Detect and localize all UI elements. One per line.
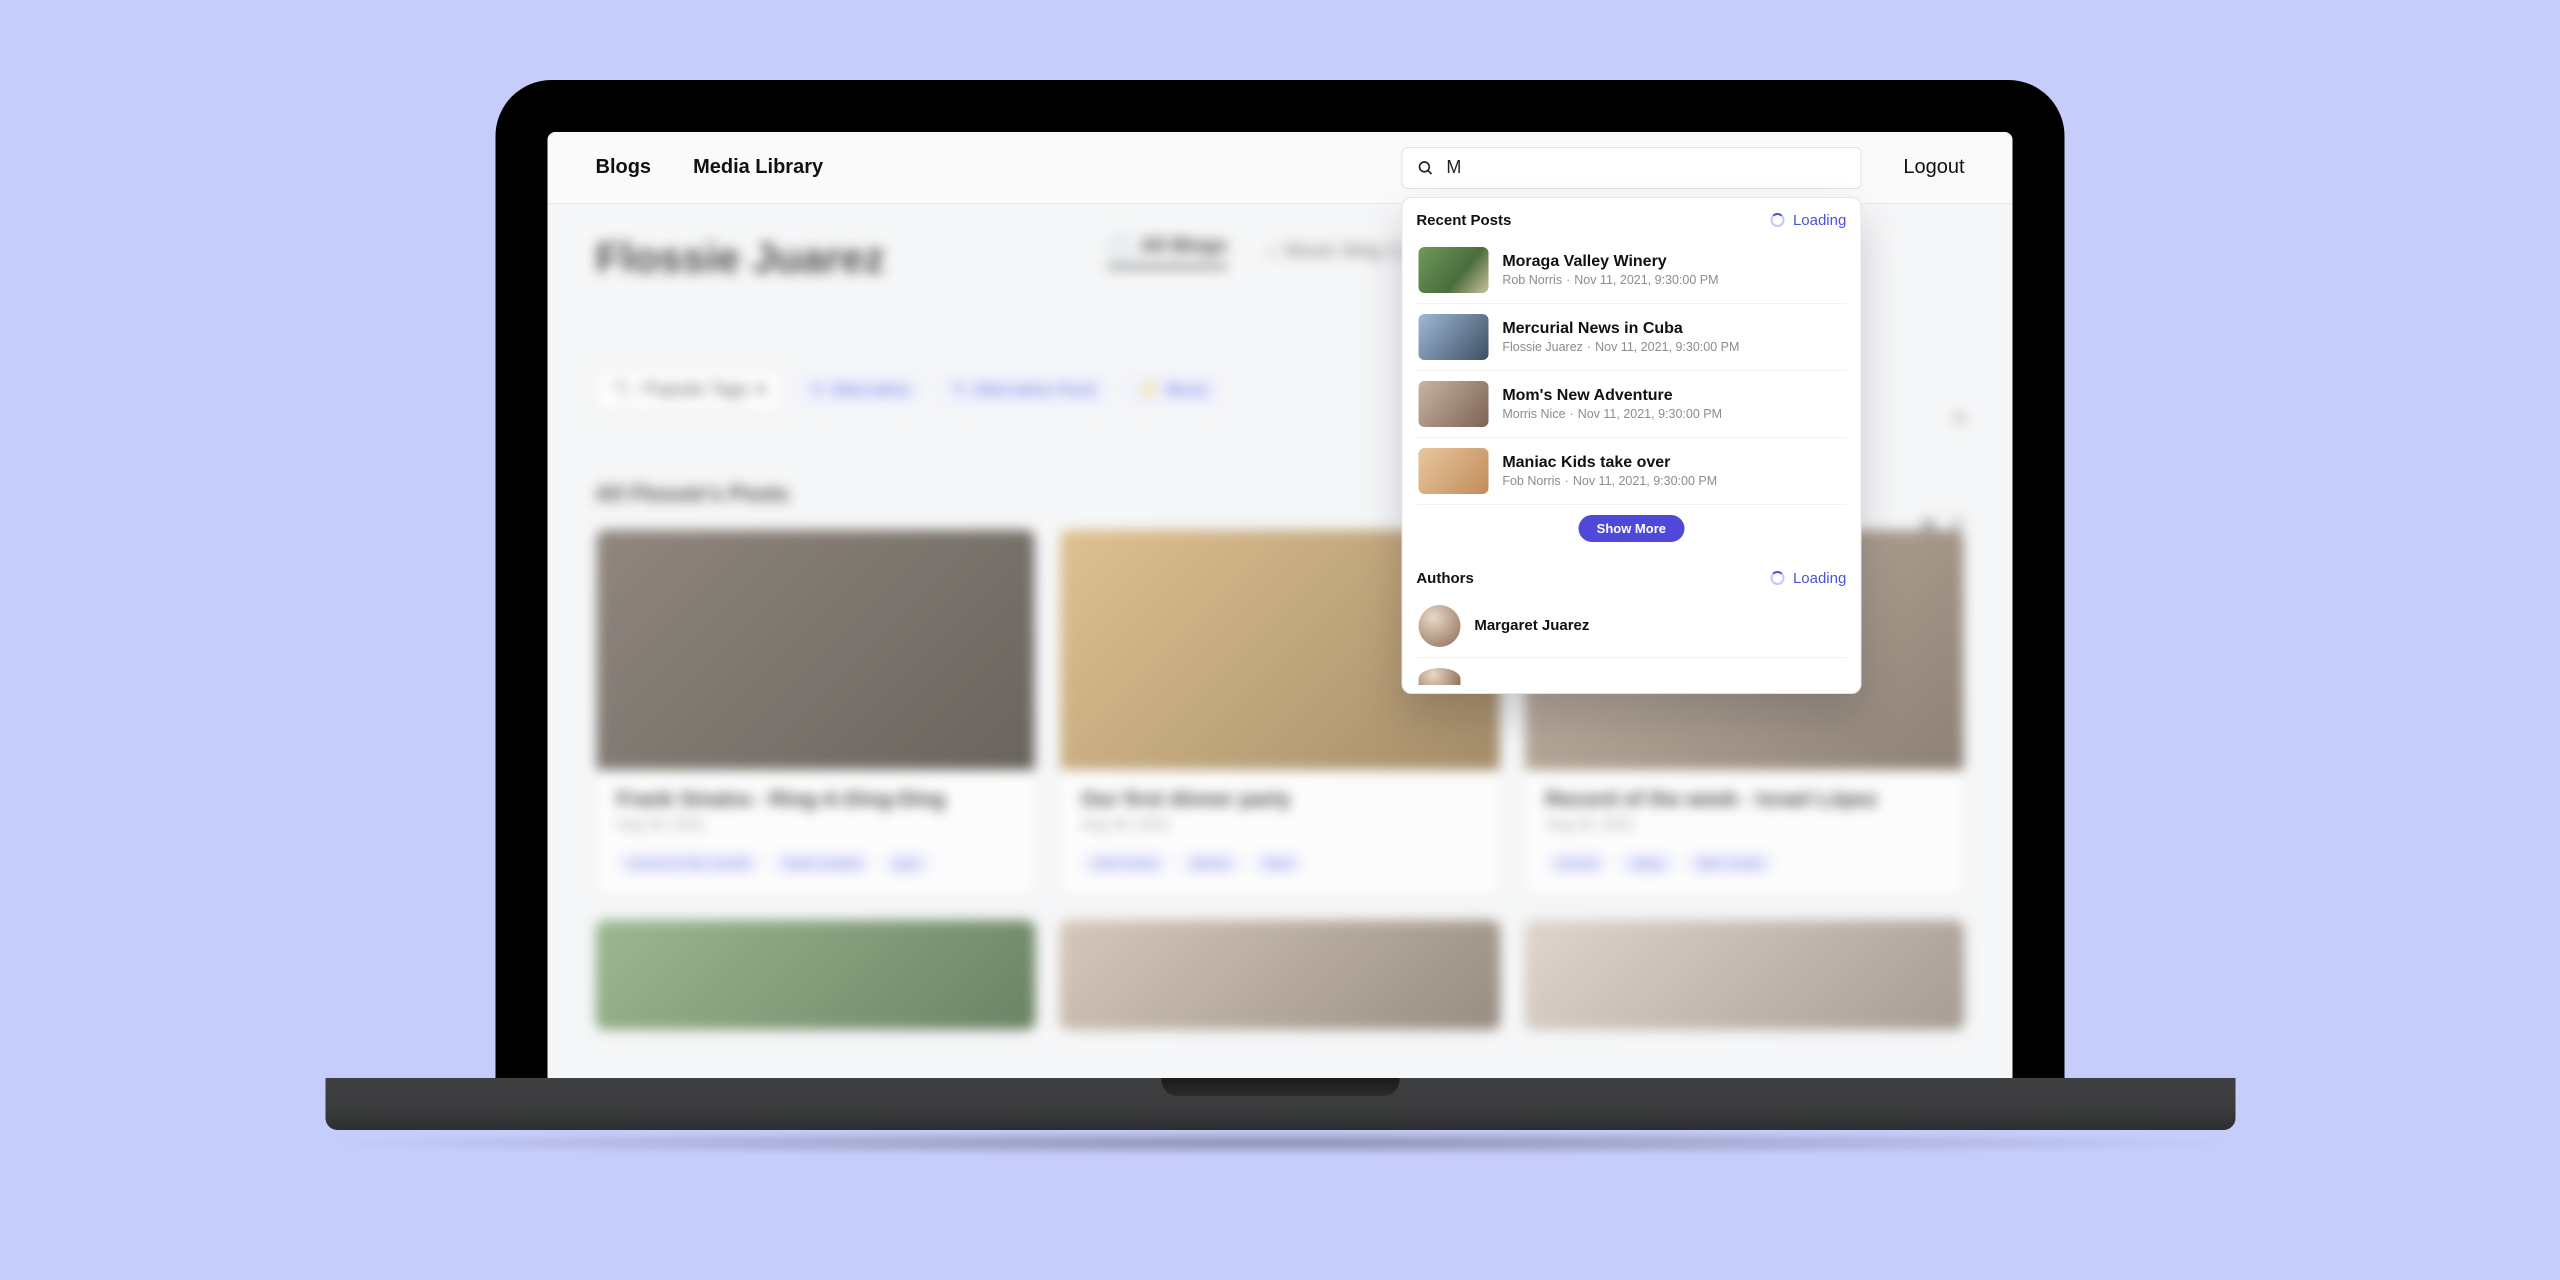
author-avatar xyxy=(1418,605,1460,647)
post-meta: Rob Norris·Nov 11, 2021, 9:30:00 PM xyxy=(1502,273,1718,287)
laptop-mockup: Blogs Media Library Recent Posts xyxy=(496,80,2065,1080)
popular-tags-button[interactable]: 🏷 Popular Tags ▾ xyxy=(596,368,783,411)
post-title: Mom's New Adventure xyxy=(1502,386,1722,405)
post-tag[interactable]: dinner xyxy=(1179,851,1242,875)
search-dropdown: Recent Posts Loading Moraga xyxy=(1401,197,1861,694)
search-result-post[interactable]: Moraga Valley Winery Rob Norris·Nov 11, … xyxy=(1416,237,1846,304)
search-result-post[interactable]: Maniac Kids take over Fob Norris·Nov 11,… xyxy=(1416,438,1846,505)
post-thumbnail xyxy=(1418,314,1488,360)
post-thumbnail xyxy=(1418,448,1488,494)
search-box[interactable] xyxy=(1401,147,1861,189)
authors-loading: Loading xyxy=(1771,570,1846,587)
post-thumbnail xyxy=(1418,247,1488,293)
filter-chip[interactable]: ✦ Alternative xyxy=(796,374,925,406)
laptop-shadow xyxy=(310,1130,2250,1156)
post-card-title: Our first dinner party xyxy=(1081,788,1479,812)
post-thumbnail[interactable] xyxy=(1524,920,1964,1030)
post-tag[interactable]: salsa xyxy=(1619,851,1676,875)
post-meta: Morris Nice·Nov 11, 2021, 9:30:00 PM xyxy=(1502,407,1722,421)
post-card-title: Frank Sinatra - Ring-A-Ding-Ding xyxy=(617,788,1015,812)
post-image xyxy=(597,530,1035,770)
author-name: Margaret Juarez xyxy=(1474,617,1589,634)
dropdown-authors: Authors Loading Margaret Ju xyxy=(1402,564,1860,693)
search-icon xyxy=(1416,159,1434,177)
nav-blogs[interactable]: Blogs xyxy=(596,156,652,179)
dropdown-recent-posts: Recent Posts Loading Moraga xyxy=(1402,198,1860,564)
tab-all-blogs[interactable]: 🕘 All Blogs xyxy=(1108,234,1228,268)
post-tag[interactable]: record xyxy=(1545,851,1609,875)
nav-media-library[interactable]: Media Library xyxy=(693,156,823,179)
authors-heading: Authors xyxy=(1416,570,1474,587)
spinner-icon xyxy=(1771,571,1785,585)
post-meta: Flossie Juarez·Nov 11, 2021, 9:30:00 PM xyxy=(1502,340,1739,354)
post-tag[interactable]: record of the month xyxy=(617,851,762,875)
post-thumbnail[interactable] xyxy=(1060,920,1500,1030)
chevron-down-icon: ▾ xyxy=(756,379,765,400)
post-tag[interactable]: latin music xyxy=(1686,851,1776,875)
laptop-base xyxy=(325,1078,2235,1130)
loading-label: Loading xyxy=(1793,570,1846,587)
post-tag[interactable]: food xyxy=(1252,851,1303,875)
show-more-button[interactable]: Show More xyxy=(1579,515,1684,542)
post-card-date: Aug 18, 2021 xyxy=(1545,816,1943,833)
top-bar: Blogs Media Library Recent Posts xyxy=(548,132,2013,204)
search-result-post[interactable]: Mom's New Adventure Morris Nice·Nov 11, … xyxy=(1416,371,1846,438)
post-card-title: Record of the week - Israel López xyxy=(1545,788,1943,812)
post-tag[interactable]: new home xyxy=(1081,851,1170,875)
spinner-icon xyxy=(1771,213,1785,227)
post-card-date: Aug 18, 2021 xyxy=(1081,816,1479,833)
search-input[interactable] xyxy=(1446,157,1846,178)
search-container: Recent Posts Loading Moraga xyxy=(1401,147,1861,189)
post-tag[interactable]: frank sinatra xyxy=(772,851,873,875)
post-title: Mercurial News in Cuba xyxy=(1502,319,1739,338)
post-card[interactable]: Frank Sinatra - Ring-A-Ding-Ding Aug 18,… xyxy=(596,529,1036,896)
filter-chip[interactable]: ✎ Alternative Rock xyxy=(939,374,1111,406)
author-avatar xyxy=(1418,668,1460,685)
search-result-post[interactable]: Mercurial News in Cuba Flossie Juarez·No… xyxy=(1416,304,1846,371)
grid-view-icon[interactable]: ▦ xyxy=(1921,514,1936,534)
search-result-author[interactable]: Margaret Juarez xyxy=(1416,595,1846,658)
post-title: Moraga Valley Winery xyxy=(1502,252,1718,271)
post-thumbnail xyxy=(1418,381,1488,427)
recent-posts-loading: Loading xyxy=(1771,212,1846,229)
app-screen: Blogs Media Library Recent Posts xyxy=(548,132,2013,1080)
laptop-bezel: Blogs Media Library Recent Posts xyxy=(496,80,2065,1080)
post-thumbnail[interactable] xyxy=(596,920,1036,1030)
loading-label: Loading xyxy=(1793,212,1846,229)
logout-link[interactable]: Logout xyxy=(1903,156,1964,179)
chevron-right-icon[interactable]: › xyxy=(1955,400,1965,434)
recent-posts-heading: Recent Posts xyxy=(1416,212,1511,229)
search-result-author[interactable] xyxy=(1416,658,1846,685)
filter-chip[interactable]: ⚡ Blues xyxy=(1125,374,1223,406)
post-title: Maniac Kids take over xyxy=(1502,453,1717,472)
post-tag[interactable]: jazz xyxy=(883,851,932,875)
post-card-date: Aug 18, 2021 xyxy=(617,816,1015,833)
list-view-icon[interactable]: ☰ xyxy=(1950,514,1964,534)
post-meta: Fob Norris·Nov 11, 2021, 9:30:00 PM xyxy=(1502,474,1717,488)
